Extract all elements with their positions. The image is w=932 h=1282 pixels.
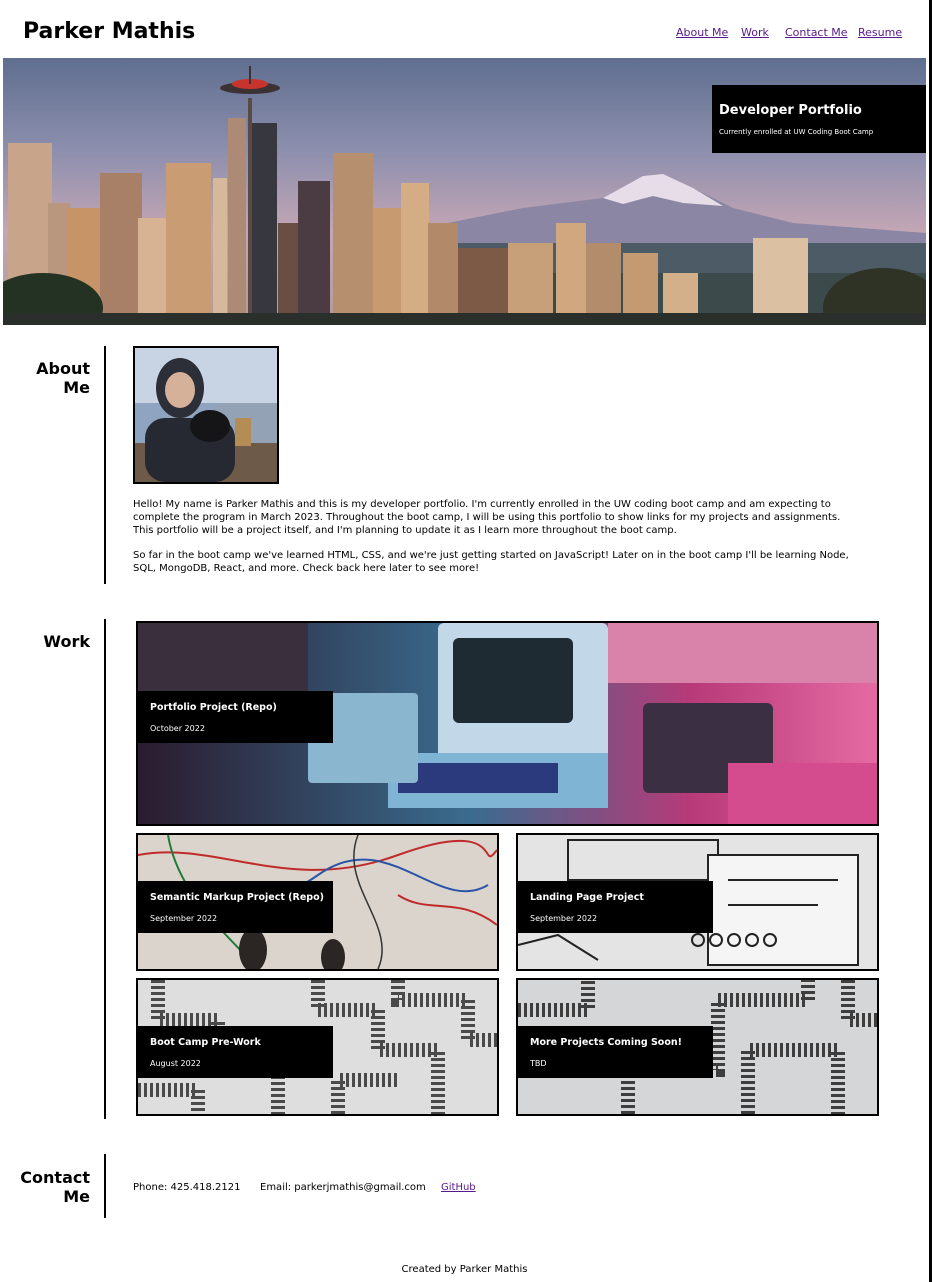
project-caption: Portfolio Project (Repo) October 2022 bbox=[138, 691, 333, 743]
about-section-heading: About Me bbox=[10, 359, 90, 397]
about-heading-line2: Me bbox=[63, 378, 90, 397]
page: Parker Mathis About Me Work Contact Me R… bbox=[0, 0, 932, 1282]
contact-heading-line1: Contact bbox=[20, 1168, 90, 1187]
project-date: TBD bbox=[530, 1059, 547, 1068]
nav-contact-me-link[interactable]: Contact Me bbox=[785, 26, 848, 40]
project-title: Landing Page Project bbox=[530, 892, 644, 903]
project-caption: More Projects Coming Soon! TBD bbox=[518, 1026, 713, 1078]
project-date: August 2022 bbox=[150, 1059, 201, 1068]
project-card-pre-work[interactable]: Boot Camp Pre-Work August 2022 bbox=[136, 978, 499, 1116]
project-title: Semantic Markup Project (Repo) bbox=[150, 892, 324, 903]
project-date: September 2022 bbox=[150, 914, 218, 923]
nav-work-link[interactable]: Work bbox=[741, 26, 769, 40]
nav-resume-link[interactable]: Resume bbox=[858, 26, 902, 40]
contact-section-heading: Contact Me bbox=[10, 1168, 90, 1206]
project-card-coming-soon[interactable]: More Projects Coming Soon! TBD bbox=[516, 978, 879, 1116]
footer-credit: Created by Parker Mathis bbox=[401, 1264, 528, 1275]
contact-github-link[interactable]: GitHub bbox=[441, 1181, 476, 1194]
contact-phone: Phone: 425.418.2121 bbox=[133, 1182, 241, 1193]
project-caption: Boot Camp Pre-Work August 2022 bbox=[138, 1026, 333, 1078]
hero-card-title: Developer Portfolio bbox=[719, 103, 862, 118]
project-card-landing-page[interactable]: Landing Page Project September 2022 bbox=[516, 833, 879, 971]
project-title: Portfolio Project (Repo) bbox=[150, 702, 277, 713]
about-paragraph-2: So far in the boot camp we've learned HT… bbox=[133, 550, 849, 574]
project-title: Boot Camp Pre-Work bbox=[150, 1037, 261, 1048]
about-section-divider bbox=[104, 346, 106, 584]
about-heading-line1: About bbox=[36, 359, 90, 378]
contact-email: Email: parkerjmathis@gmail.com bbox=[260, 1182, 426, 1193]
contact-section-divider bbox=[104, 1154, 106, 1218]
project-date: October 2022 bbox=[150, 724, 205, 733]
project-date: September 2022 bbox=[530, 914, 598, 923]
hero-card-subtitle: Currently enrolled at UW Coding Boot Cam… bbox=[719, 128, 874, 136]
project-card-portfolio[interactable]: Portfolio Project (Repo) October 2022 bbox=[136, 621, 879, 826]
site-title: Parker Mathis bbox=[23, 19, 196, 44]
hero-banner: Developer Portfolio Currently enrolled a… bbox=[3, 58, 926, 325]
nav-about-me-link[interactable]: About Me bbox=[676, 26, 728, 40]
profile-photo-image bbox=[135, 348, 277, 482]
project-caption: Semantic Markup Project (Repo) September… bbox=[138, 881, 333, 933]
project-card-semantic-markup[interactable]: Semantic Markup Project (Repo) September… bbox=[136, 833, 499, 971]
work-section-divider bbox=[104, 619, 106, 1119]
project-title: More Projects Coming Soon! bbox=[530, 1037, 682, 1048]
hero-title-card: Developer Portfolio Currently enrolled a… bbox=[712, 85, 926, 153]
about-profile-photo bbox=[133, 346, 279, 484]
about-paragraph-1: Hello! My name is Parker Mathis and this… bbox=[133, 499, 841, 536]
contact-heading-line2: Me bbox=[63, 1187, 90, 1206]
project-caption: Landing Page Project September 2022 bbox=[518, 881, 713, 933]
work-section-heading: Work bbox=[43, 632, 90, 651]
